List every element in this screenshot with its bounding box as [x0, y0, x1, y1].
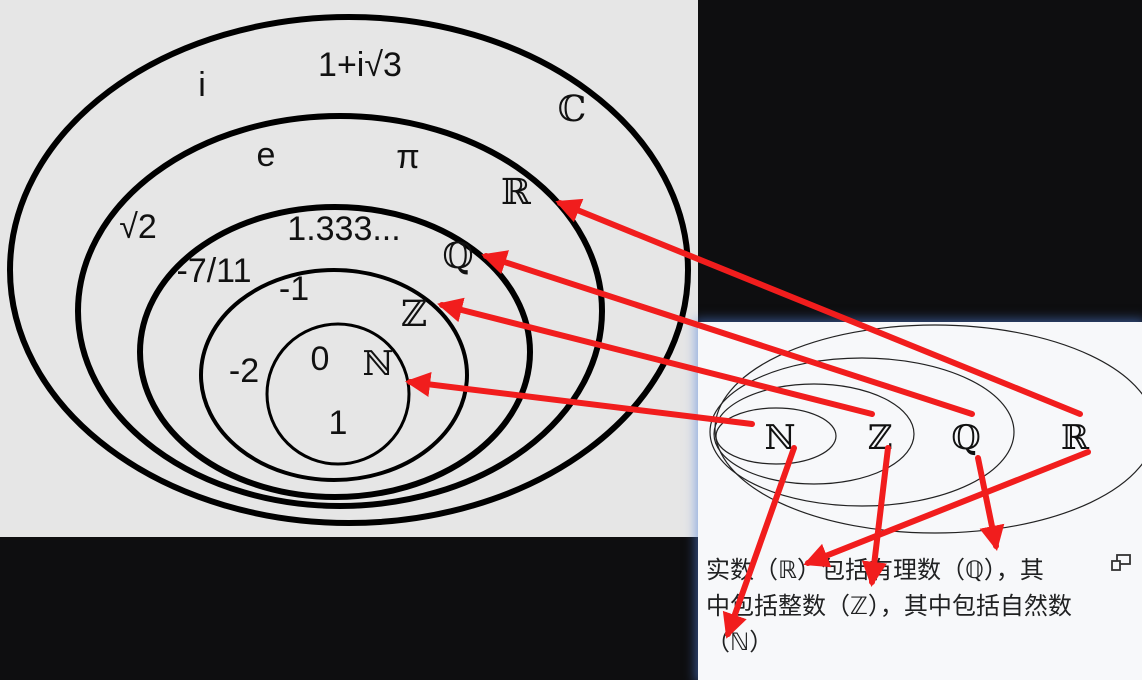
annotation-arrows: [404, 198, 1091, 639]
arrow-integer-to-caption: [861, 445, 891, 588]
arrow-rational-to-caption: [975, 455, 1005, 551]
arrow-real-to-caption: [803, 449, 1091, 568]
arrow-natural-to-figure: [404, 371, 755, 427]
arrow-natural-to-caption: [722, 445, 797, 639]
